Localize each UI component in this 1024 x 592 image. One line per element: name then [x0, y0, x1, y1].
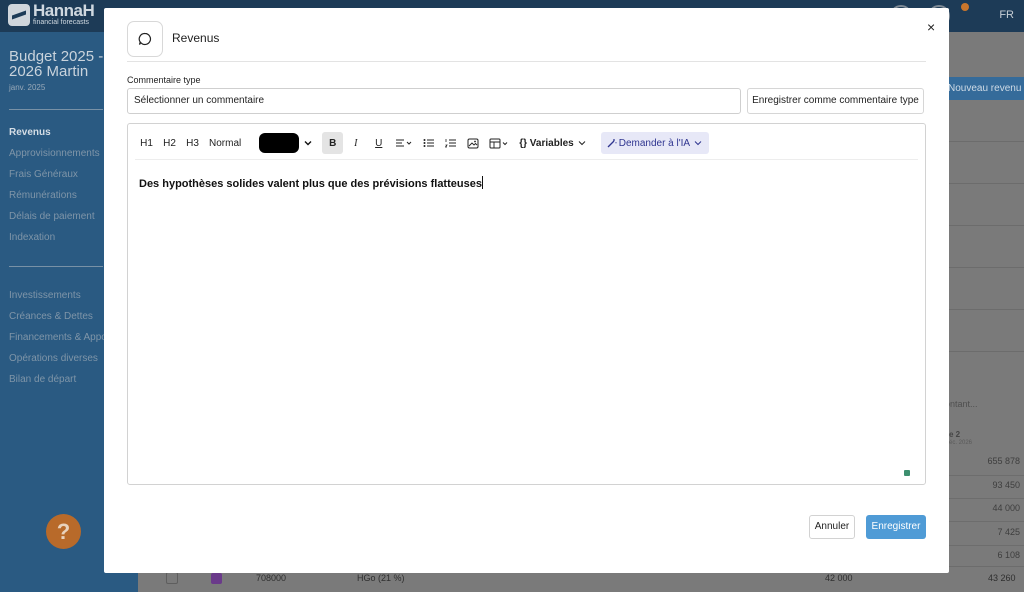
chevron-down-icon: [694, 141, 702, 146]
row-divider: [949, 545, 1024, 546]
magic-wand-icon: [607, 139, 617, 148]
sidebar-item-financements[interactable]: Financements & Apports: [9, 332, 118, 343]
row-total: 43 260: [988, 573, 1016, 583]
text-caret: [481, 176, 483, 189]
chevron-down-icon: [578, 141, 586, 146]
row-label: HGo (21 %): [357, 573, 405, 583]
row-divider: [949, 498, 1024, 499]
notification-dot: [961, 3, 969, 11]
heading1-button[interactable]: H1: [136, 132, 157, 154]
right-column-rows: [949, 100, 1024, 360]
help-button[interactable]: ?: [46, 514, 81, 549]
row-amount: 42 000: [825, 573, 853, 583]
template-label: Commentaire type: [127, 75, 201, 85]
cancel-button[interactable]: Annuler: [809, 515, 855, 539]
bold-button[interactable]: B: [322, 132, 344, 154]
sidebar-item-indexation[interactable]: Indexation: [9, 232, 55, 243]
editor-content[interactable]: Des hypothèses solides valent plus que d…: [139, 176, 483, 190]
table-cell-value: 93 450: [992, 480, 1020, 490]
row-checkbox[interactable]: [166, 572, 178, 584]
row-divider: [949, 475, 1024, 476]
search-input[interactable]: ontant...: [945, 399, 978, 409]
italic-button[interactable]: I: [345, 132, 366, 154]
chevron-down-icon[interactable]: [302, 132, 314, 154]
bullet-list-icon[interactable]: [419, 132, 439, 154]
table-cell-value: 44 000: [992, 503, 1020, 513]
table-dropdown[interactable]: [485, 132, 513, 154]
align-dropdown[interactable]: [391, 132, 417, 154]
comment-icon: [127, 21, 163, 57]
sidebar-item-approvisionnements[interactable]: Approvisionnements: [9, 148, 100, 159]
heading2-button[interactable]: H2: [159, 132, 180, 154]
sidebar-divider: [9, 266, 103, 267]
table-cell-value: 6 108: [997, 550, 1020, 560]
row-divider: [949, 521, 1024, 522]
align-left-icon: [396, 139, 412, 147]
table-cell-value: 655 878: [987, 456, 1020, 466]
close-icon[interactable]: ×: [927, 19, 935, 35]
editor-text: Des hypothèses solides valent plus que d…: [139, 178, 482, 190]
toolbar-divider: [135, 159, 918, 160]
comment-modal: Revenus × Commentaire type Sélectionner …: [104, 8, 949, 573]
column-header: e 2 éc. 2026: [949, 430, 973, 446]
budget-date: janv. 2025: [9, 83, 46, 92]
sidebar-item-frais-generaux[interactable]: Frais Généraux: [9, 169, 78, 180]
heading3-button[interactable]: H3: [182, 132, 203, 154]
save-as-template-button[interactable]: Enregistrer comme commentaire type: [747, 88, 924, 114]
underline-button[interactable]: U: [368, 132, 389, 154]
modal-title: Revenus: [172, 31, 220, 45]
editor-toolbar: H1 H2 H3 Normal B I U {} Variables Deman…: [136, 132, 711, 154]
color-swatch: [211, 573, 222, 584]
ask-ai-label: Demander à l'IA: [618, 137, 691, 149]
resize-handle[interactable]: [904, 470, 910, 476]
sidebar-divider: [9, 109, 103, 110]
logo: HannaH financial forecasts: [8, 1, 95, 26]
save-button[interactable]: Enregistrer: [866, 515, 926, 539]
ask-ai-dropdown[interactable]: Demander à l'IA: [600, 132, 710, 154]
sidebar-item-revenus[interactable]: Revenus: [9, 127, 51, 138]
language-switch[interactable]: FR: [999, 9, 1014, 21]
account-number: 708000: [256, 573, 287, 583]
normal-text-button[interactable]: Normal: [205, 132, 245, 154]
table-icon: [489, 138, 508, 148]
image-icon[interactable]: [463, 132, 483, 154]
sidebar-item-investissements[interactable]: Investissements: [9, 290, 81, 301]
sidebar-item-bilan-depart[interactable]: Bilan de départ: [9, 374, 76, 385]
variables-label: {} Variables: [519, 137, 574, 149]
table-cell-value: 7 425: [997, 527, 1020, 537]
logo-mark-icon: [8, 3, 30, 26]
sidebar-item-remunerations[interactable]: Rémunérations: [9, 190, 77, 201]
logo-name: HannaH: [33, 1, 95, 20]
sidebar-item-creances-dettes[interactable]: Créances & Dettes: [9, 311, 93, 322]
template-select[interactable]: Sélectionner un commentaire: [127, 88, 741, 114]
sidebar-item-operations-diverses[interactable]: Opérations diverses: [9, 353, 98, 364]
modal-divider: [127, 61, 926, 62]
numbered-list-icon[interactable]: [441, 132, 461, 154]
text-color-picker[interactable]: [259, 133, 300, 153]
logo-tagline: financial forecasts: [33, 19, 90, 26]
new-revenue-button[interactable]: Nouveau revenu: [945, 77, 1024, 100]
sidebar-item-delais-paiement[interactable]: Délais de paiement: [9, 211, 95, 222]
variables-dropdown[interactable]: {} Variables: [515, 132, 590, 154]
rich-text-editor[interactable]: H1 H2 H3 Normal B I U {} Variables Deman…: [127, 123, 926, 485]
